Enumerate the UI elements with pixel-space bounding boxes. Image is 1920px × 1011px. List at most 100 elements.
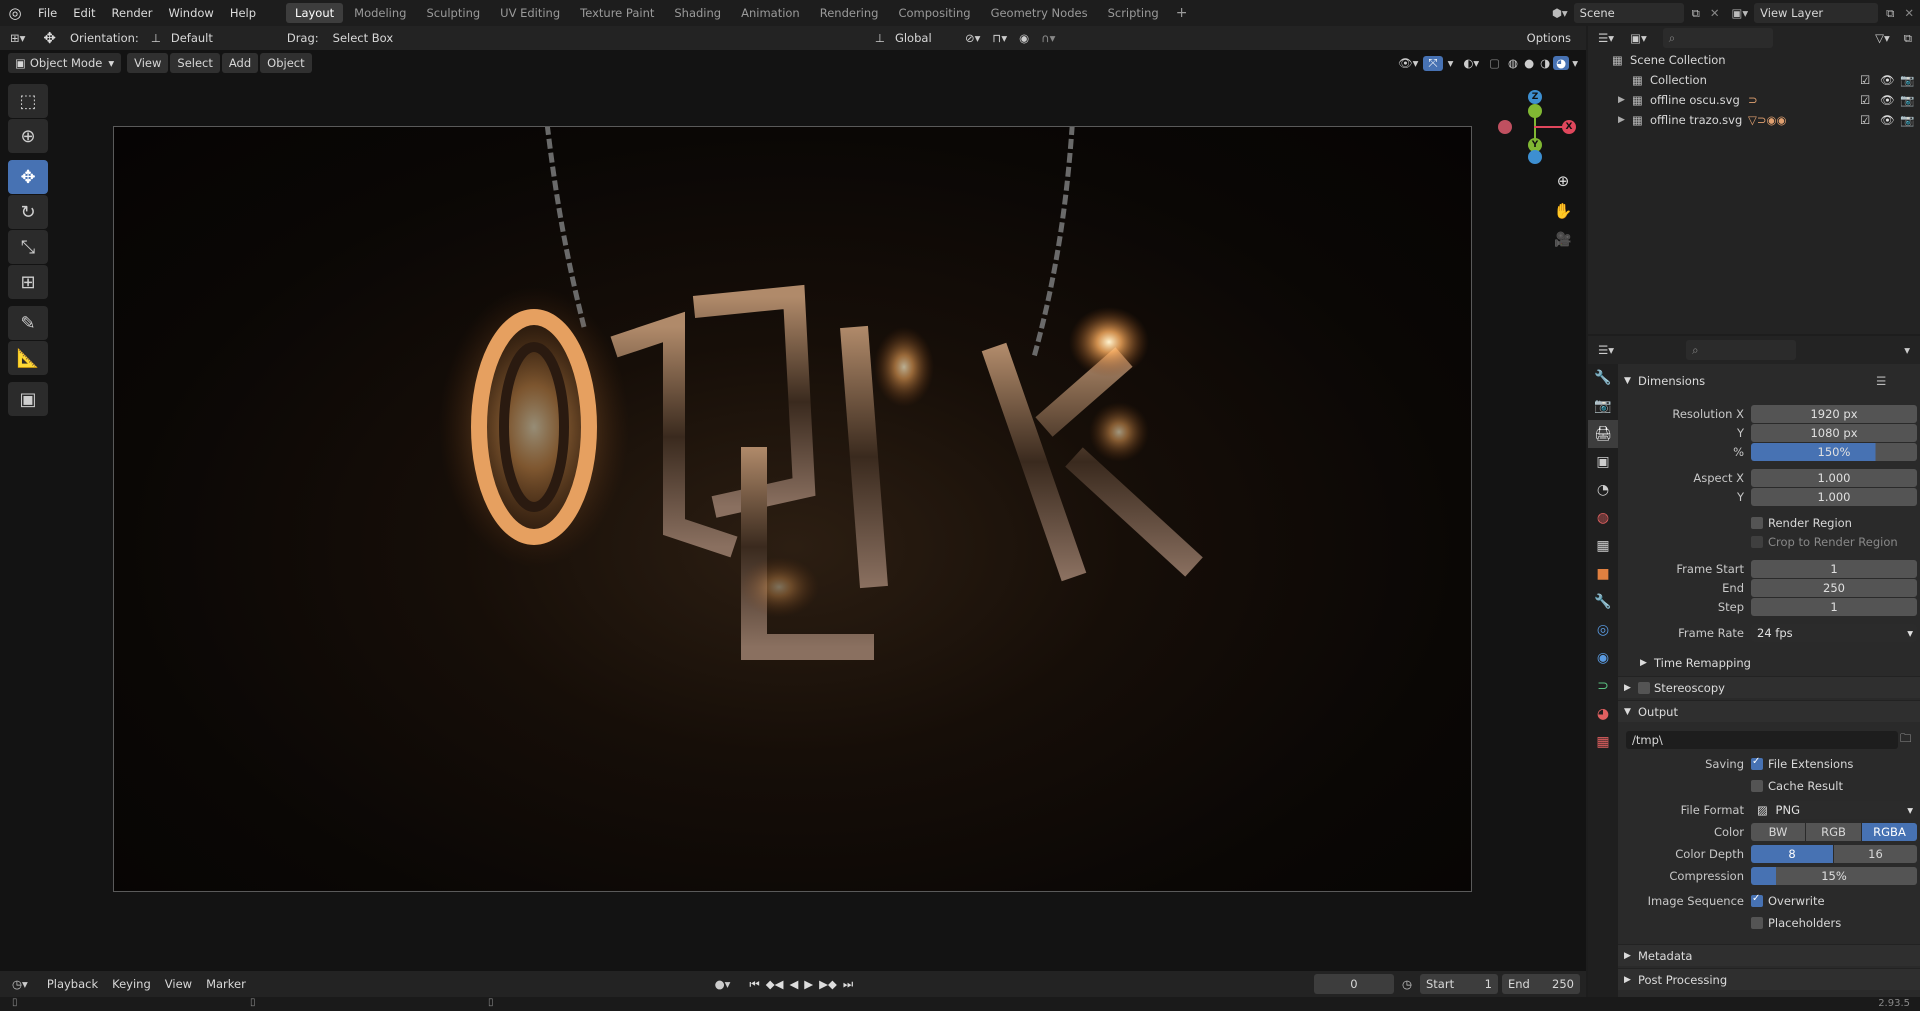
metadata-section-header[interactable]: ▶ Metadata	[1618, 944, 1920, 966]
exclude-checkbox-icon[interactable]: ☑	[1860, 70, 1870, 90]
view-layer-tab-icon[interactable]: ▣	[1588, 448, 1618, 476]
camera-render-icon[interactable]: 📷	[1900, 110, 1914, 130]
display-mode-icon[interactable]: ▣▾	[1624, 31, 1653, 45]
viewport-menu-add[interactable]: Add	[221, 53, 259, 73]
3d-viewport[interactable]	[0, 50, 1586, 971]
viewport-menu-select[interactable]: Select	[170, 53, 220, 73]
timeline-menu-marker[interactable]: Marker	[199, 974, 253, 994]
curve-data-icon[interactable]: ⊃	[1748, 90, 1758, 110]
viewport-menu-object[interactable]: Object	[260, 53, 312, 73]
frame-start-field[interactable]: 1	[1751, 560, 1917, 578]
modifier-tab-icon[interactable]: 🔧	[1588, 588, 1618, 616]
outliner-row-collection[interactable]: ▦ Collection ☑ 👁 📷	[1588, 70, 1920, 90]
world-tab-icon[interactable]: ◍	[1588, 504, 1618, 532]
drag-dropdown[interactable]: Select Box	[327, 28, 413, 48]
timeline-menu-playback[interactable]: Playback	[40, 974, 105, 994]
eye-icon[interactable]: 👁	[1880, 70, 1895, 90]
view-layer-selector-icon[interactable]: ▣▾	[1726, 6, 1755, 20]
y-axis-dot-icon[interactable]	[1528, 104, 1542, 118]
color-mode-rgb-button[interactable]: RGB	[1806, 823, 1861, 841]
new-collection-icon[interactable]: ⧉	[1896, 31, 1920, 46]
shading-dropdown-icon[interactable]: ▾	[1569, 56, 1586, 70]
options-dropdown[interactable]: Options	[1520, 28, 1578, 48]
scale-tool-icon[interactable]: ⤡	[8, 230, 48, 264]
cache-result-checkbox[interactable]	[1751, 780, 1763, 792]
scene-tab-icon[interactable]: ◔	[1588, 476, 1618, 504]
zoom-icon[interactable]: ⊕	[1552, 172, 1574, 194]
folder-icon[interactable]: 🗀	[1900, 731, 1912, 750]
dimensions-section-header[interactable]: ▼ Dimensions ☰	[1618, 370, 1920, 392]
gizmo-dropdown-icon[interactable]: ▾	[1443, 56, 1459, 70]
record-icon[interactable]: ●▾	[711, 977, 735, 991]
proportional-edit-icon[interactable]: ◉	[1013, 31, 1035, 45]
menu-file[interactable]: File	[30, 0, 65, 26]
tab-uv-editing[interactable]: UV Editing	[491, 3, 569, 23]
menu-window[interactable]: Window	[160, 0, 221, 26]
frame-step-field[interactable]: 1	[1751, 598, 1917, 616]
output-tab-icon[interactable]: 🖨	[1588, 420, 1618, 448]
view-layer-field[interactable]: View Layer	[1754, 3, 1879, 23]
stereoscopy-checkbox[interactable]	[1638, 682, 1650, 694]
timeline-editor-icon[interactable]: ◷▾	[0, 977, 40, 991]
constraints-tab-icon[interactable]: ⊃	[1588, 672, 1618, 700]
transform-tool-icon[interactable]: ⊞	[8, 265, 48, 299]
aspect-y-field[interactable]: 1.000	[1751, 488, 1917, 506]
compression-slider[interactable]: 15%	[1751, 867, 1917, 885]
object-mode-dropdown[interactable]: ▣ Object Mode ▾	[8, 53, 122, 73]
camera-view-icon[interactable]: 🎥	[1552, 232, 1574, 254]
file-extensions-checkbox[interactable]	[1751, 756, 1763, 770]
resolution-y-field[interactable]: 1080 px	[1751, 424, 1917, 442]
jump-end-icon[interactable]: ⏭	[840, 977, 856, 992]
z-axis-icon[interactable]: Z	[1528, 90, 1542, 104]
move-tool-icon[interactable]: ✥	[8, 160, 48, 194]
color-depth-16-button[interactable]: 16	[1834, 845, 1917, 863]
eye-icon[interactable]: 👁	[1880, 90, 1895, 110]
transform-space-dropdown[interactable]: Global	[889, 28, 959, 48]
resolution-percent-slider[interactable]: 150%	[1751, 443, 1917, 461]
crop-region-row[interactable]: Crop to Render Region	[1618, 532, 1918, 552]
overlay-toggle-icon[interactable]: ◐▾	[1458, 56, 1484, 70]
output-path-input[interactable]: /tmp\	[1626, 731, 1898, 749]
presets-icon[interactable]: ☰	[1876, 370, 1886, 392]
particles-tab-icon[interactable]: ◎	[1588, 616, 1618, 644]
viewport-menu-view[interactable]: View	[127, 53, 169, 73]
end-frame-field[interactable]: End 250	[1502, 974, 1580, 994]
overwrite-checkbox[interactable]	[1751, 893, 1763, 907]
play-icon[interactable]: ▶	[801, 977, 816, 991]
solid-shading-icon[interactable]: ●	[1521, 56, 1537, 70]
cursor-tool-icon[interactable]: ⊕	[8, 119, 48, 153]
tab-shading[interactable]: Shading	[665, 3, 730, 23]
tab-geometry-nodes[interactable]: Geometry Nodes	[982, 3, 1097, 23]
properties-editor-icon[interactable]: ☰▾	[1588, 343, 1624, 357]
filter-icon[interactable]: ▽▾	[1869, 31, 1896, 45]
chevron-down-icon[interactable]: ▾	[1894, 343, 1920, 357]
outliner-row-scene-collection[interactable]: ▦ Scene Collection	[1588, 50, 1920, 70]
visibility-icon[interactable]: 👁▾	[1393, 56, 1423, 70]
wireframe-shading-icon[interactable]: ◍	[1505, 56, 1521, 70]
color-mode-rgba-button[interactable]: RGBA	[1862, 823, 1917, 841]
timeline-menu-view[interactable]: View	[158, 974, 199, 994]
next-keyframe-icon[interactable]: ▶◆	[816, 977, 840, 991]
camera-render-icon[interactable]: 📷	[1900, 90, 1914, 110]
delete-scene-icon[interactable]: ✕	[1704, 6, 1726, 20]
placeholders-checkbox[interactable]	[1751, 917, 1763, 929]
tab-modeling[interactable]: Modeling	[345, 3, 415, 23]
time-remapping-subsection[interactable]: ▶ Time Remapping	[1618, 652, 1920, 674]
new-view-layer-icon[interactable]: ⧉	[1882, 6, 1898, 21]
new-scene-icon[interactable]: ⧉	[1688, 6, 1704, 21]
clock-icon[interactable]: ◷	[1394, 977, 1420, 991]
select-box-tool-icon[interactable]: ⬚	[8, 84, 48, 118]
menu-edit[interactable]: Edit	[65, 0, 103, 26]
tool-tab-icon[interactable]: 🔧	[1588, 364, 1618, 392]
pan-hand-icon[interactable]: ✋	[1552, 202, 1574, 224]
editor-type-icon[interactable]: ⊞▾	[0, 31, 35, 45]
frame-rate-dropdown[interactable]: 24 fps ▾	[1751, 624, 1917, 642]
x-axis-icon[interactable]: X	[1562, 120, 1576, 134]
exclude-checkbox-icon[interactable]: ☑	[1860, 110, 1870, 130]
outliner-row-offline-trazo[interactable]: ▶ ▦ offline trazo.svg ▽⊃◉◉ ☑ 👁 📷	[1588, 110, 1920, 130]
tab-compositing[interactable]: Compositing	[889, 3, 979, 23]
exclude-checkbox-icon[interactable]: ☑	[1860, 90, 1870, 110]
orientation-dropdown[interactable]: Default	[165, 28, 261, 48]
resolution-x-field[interactable]: 1920 px	[1751, 405, 1917, 423]
stereoscopy-section-header[interactable]: ▶ Stereoscopy	[1618, 676, 1920, 698]
